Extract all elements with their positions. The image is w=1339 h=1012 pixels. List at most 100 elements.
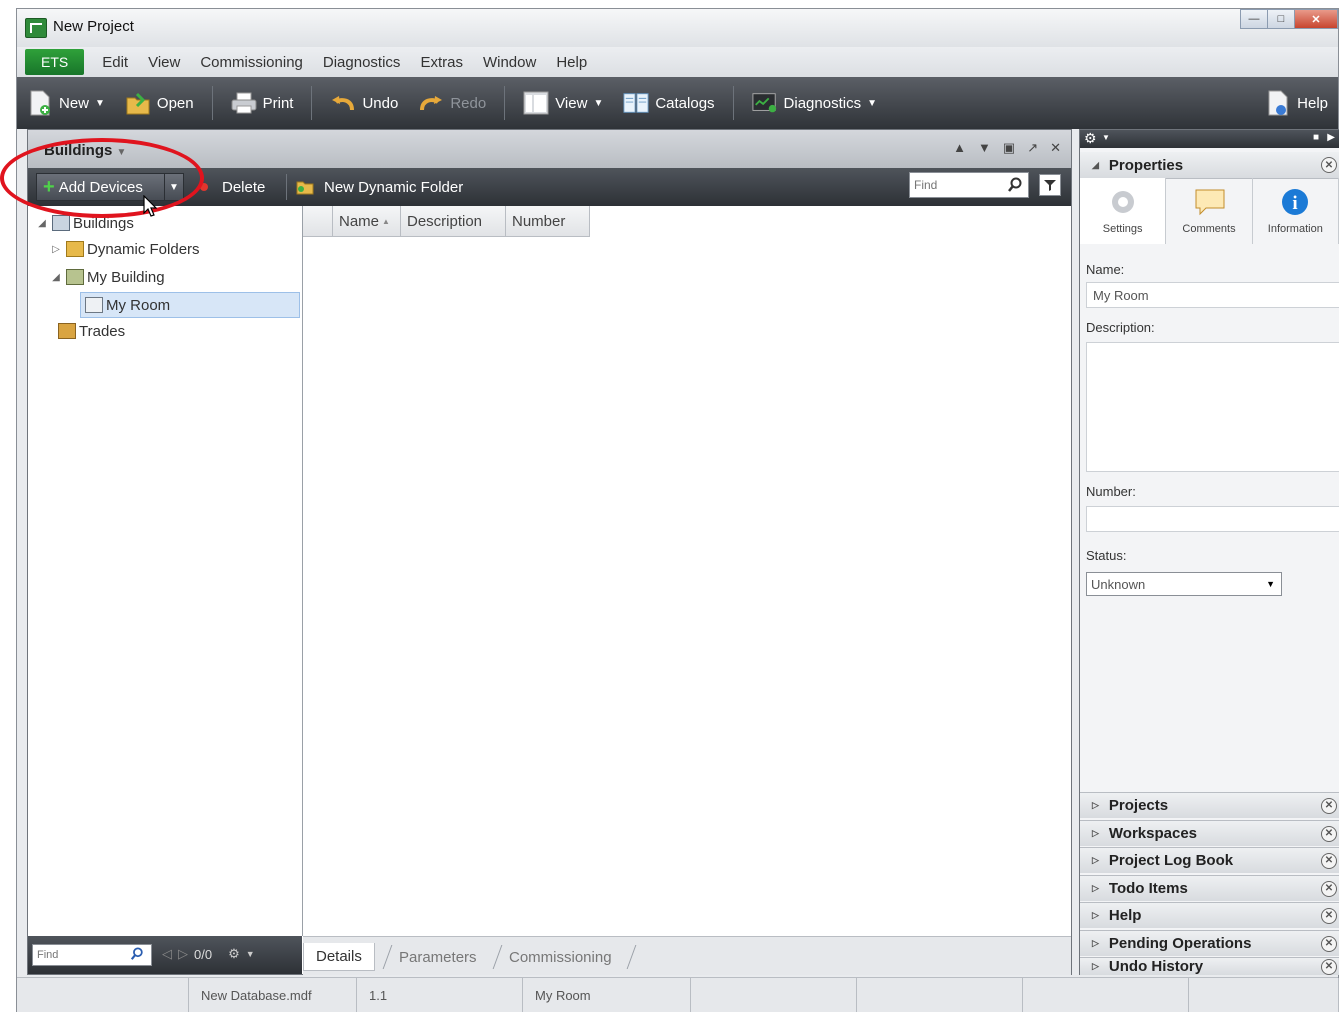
tree-item-trades[interactable]: Trades	[58, 318, 125, 344]
description-field[interactable]	[1086, 342, 1339, 472]
collapse-triangle-icon[interactable]: ◢	[50, 272, 62, 283]
tab-information-label: Information	[1267, 223, 1323, 235]
sort-arrow-icon: ▲	[382, 216, 390, 226]
redo-button[interactable]: Redo	[408, 83, 496, 123]
search-icon[interactable]	[1007, 177, 1023, 196]
properties-header[interactable]: ◢ Properties ✕	[1080, 152, 1339, 179]
move-down-icon[interactable]: ▼	[978, 140, 991, 156]
section-label: Project Log Book	[1108, 852, 1234, 869]
section-label: Workspaces	[1108, 825, 1198, 842]
expand-arrow-icon[interactable]: ▶	[1327, 132, 1335, 143]
previous-icon[interactable]: ◁	[162, 946, 172, 962]
tab-information[interactable]: i Information	[1253, 178, 1339, 244]
close-circle-icon[interactable]: ✕	[1321, 797, 1337, 814]
section-label: Projects	[1108, 797, 1169, 814]
new-button[interactable]: New ▼	[17, 83, 115, 123]
catalogs-button[interactable]: Catalogs	[613, 83, 724, 123]
tab-commissioning[interactable]: Commissioning	[509, 943, 612, 971]
tree-item-my-building[interactable]: ◢ My Building	[50, 264, 164, 290]
gear-icon[interactable]: ⚙	[1084, 130, 1097, 147]
column-name-label: Name	[339, 212, 380, 230]
undo-button[interactable]: Undo	[320, 83, 408, 123]
mouse-cursor-icon	[143, 194, 158, 220]
section-label: Undo History	[1108, 958, 1204, 975]
close-circle-icon[interactable]: ✕	[1321, 958, 1337, 975]
section-todo-items[interactable]: ▷ Todo Items ✕	[1080, 875, 1339, 901]
toolbar-separator	[311, 86, 313, 120]
tree-footer: ◁ ▷ 0/0 ⚙ ▼	[28, 936, 302, 974]
search-icon[interactable]	[130, 947, 144, 964]
menu-commissioning[interactable]: Commissioning	[190, 54, 313, 71]
chevron-down-icon: ▼	[1266, 579, 1275, 589]
new-dynamic-folder-button[interactable]: New Dynamic Folder	[296, 173, 463, 201]
column-number[interactable]: Number	[506, 206, 590, 236]
diagnostics-button[interactable]: Diagnostics ▼	[742, 83, 887, 123]
grid-col-spacer	[303, 206, 333, 236]
tab-comments[interactable]: Comments	[1166, 178, 1253, 244]
move-up-icon[interactable]: ▲	[953, 140, 966, 156]
menu-help[interactable]: Help	[546, 54, 597, 71]
menu-extras[interactable]: Extras	[410, 54, 473, 71]
close-circle-icon[interactable]: ✕	[1321, 157, 1337, 173]
view-button[interactable]: View ▼	[513, 83, 613, 123]
maximize-panel-icon[interactable]: ↗	[1027, 140, 1038, 156]
print-button[interactable]: Print	[221, 83, 304, 123]
column-description[interactable]: Description	[401, 206, 506, 236]
menu-view[interactable]: View	[138, 54, 190, 71]
menu-diagnostics[interactable]: Diagnostics	[313, 54, 411, 71]
status-location: My Room	[523, 978, 691, 1012]
close-circle-icon[interactable]: ✕	[1321, 935, 1337, 952]
filter-icon[interactable]	[1039, 174, 1061, 196]
delete-button[interactable]: Delete	[200, 173, 265, 201]
expand-triangle-icon: ▷	[1092, 938, 1099, 948]
tree-item-my-room[interactable]: My Room	[80, 292, 300, 318]
section-project-log-book[interactable]: ▷ Project Log Book ✕	[1080, 847, 1339, 873]
minimize-button[interactable]: —	[1240, 9, 1268, 29]
section-label: Help	[1108, 907, 1142, 924]
close-circle-icon[interactable]: ✕	[1321, 825, 1337, 842]
status-version: 1.1	[357, 978, 523, 1012]
close-panel-icon[interactable]: ✕	[1050, 140, 1061, 156]
section-help[interactable]: ▷ Help ✕	[1080, 902, 1339, 928]
next-icon[interactable]: ▷	[178, 946, 188, 962]
description-label: Description:	[1086, 320, 1155, 335]
number-field[interactable]	[1086, 506, 1339, 532]
section-workspaces[interactable]: ▷ Workspaces ✕	[1080, 820, 1339, 846]
dynamic-folder-icon	[296, 179, 314, 195]
status-select[interactable]: Unknown ▼	[1086, 572, 1282, 596]
menu-ets[interactable]: ETS	[25, 49, 85, 75]
open-button[interactable]: Open	[115, 83, 204, 123]
toolbar-separator	[504, 86, 506, 120]
tree-item-dynamic-folders[interactable]: ▷ Dynamic Folders	[50, 236, 199, 262]
name-field[interactable]	[1086, 282, 1339, 308]
close-circle-icon[interactable]: ✕	[1321, 852, 1337, 869]
section-undo-history[interactable]: ▷ Undo History ✕	[1080, 957, 1339, 975]
section-projects[interactable]: ▷ Projects ✕	[1080, 792, 1339, 818]
tab-parameters[interactable]: Parameters	[399, 943, 477, 971]
printer-icon	[231, 90, 257, 116]
undo-arrow-icon	[330, 90, 356, 116]
pin-icon[interactable]: ■	[1313, 132, 1319, 143]
expand-triangle-icon[interactable]: ▷	[50, 244, 62, 255]
information-icon: i	[1280, 187, 1310, 217]
delete-label: Delete	[222, 178, 266, 196]
tab-settings[interactable]: Settings	[1080, 178, 1167, 244]
section-pending-operations[interactable]: ▷ Pending Operations ✕	[1080, 930, 1339, 956]
chevron-down-icon[interactable]: ▼	[1102, 133, 1110, 142]
maximize-button[interactable]: □	[1267, 9, 1295, 29]
close-circle-icon[interactable]: ✕	[1321, 880, 1337, 897]
restore-icon[interactable]: ▣	[1003, 140, 1015, 156]
buildings-panel: Buildings ▼ ▲ ▼ ▣ ↗ ✕ + Add Devices ▼ De…	[27, 129, 1072, 975]
menu-window[interactable]: Window	[473, 54, 546, 71]
dynamic-folder-icon	[66, 241, 84, 257]
menu-edit[interactable]: Edit	[92, 54, 138, 71]
close-circle-icon[interactable]: ✕	[1321, 907, 1337, 924]
help-button[interactable]: Help	[1255, 83, 1338, 123]
chevron-down-icon[interactable]: ▼	[246, 949, 255, 959]
tab-details[interactable]: Details	[303, 943, 375, 971]
toolbar-separator	[732, 86, 734, 120]
collapse-triangle-icon[interactable]: ◢	[36, 218, 48, 229]
close-button[interactable]: ✕	[1294, 9, 1338, 29]
column-name[interactable]: Name ▲	[333, 206, 401, 236]
gear-icon[interactable]: ⚙	[228, 946, 240, 962]
